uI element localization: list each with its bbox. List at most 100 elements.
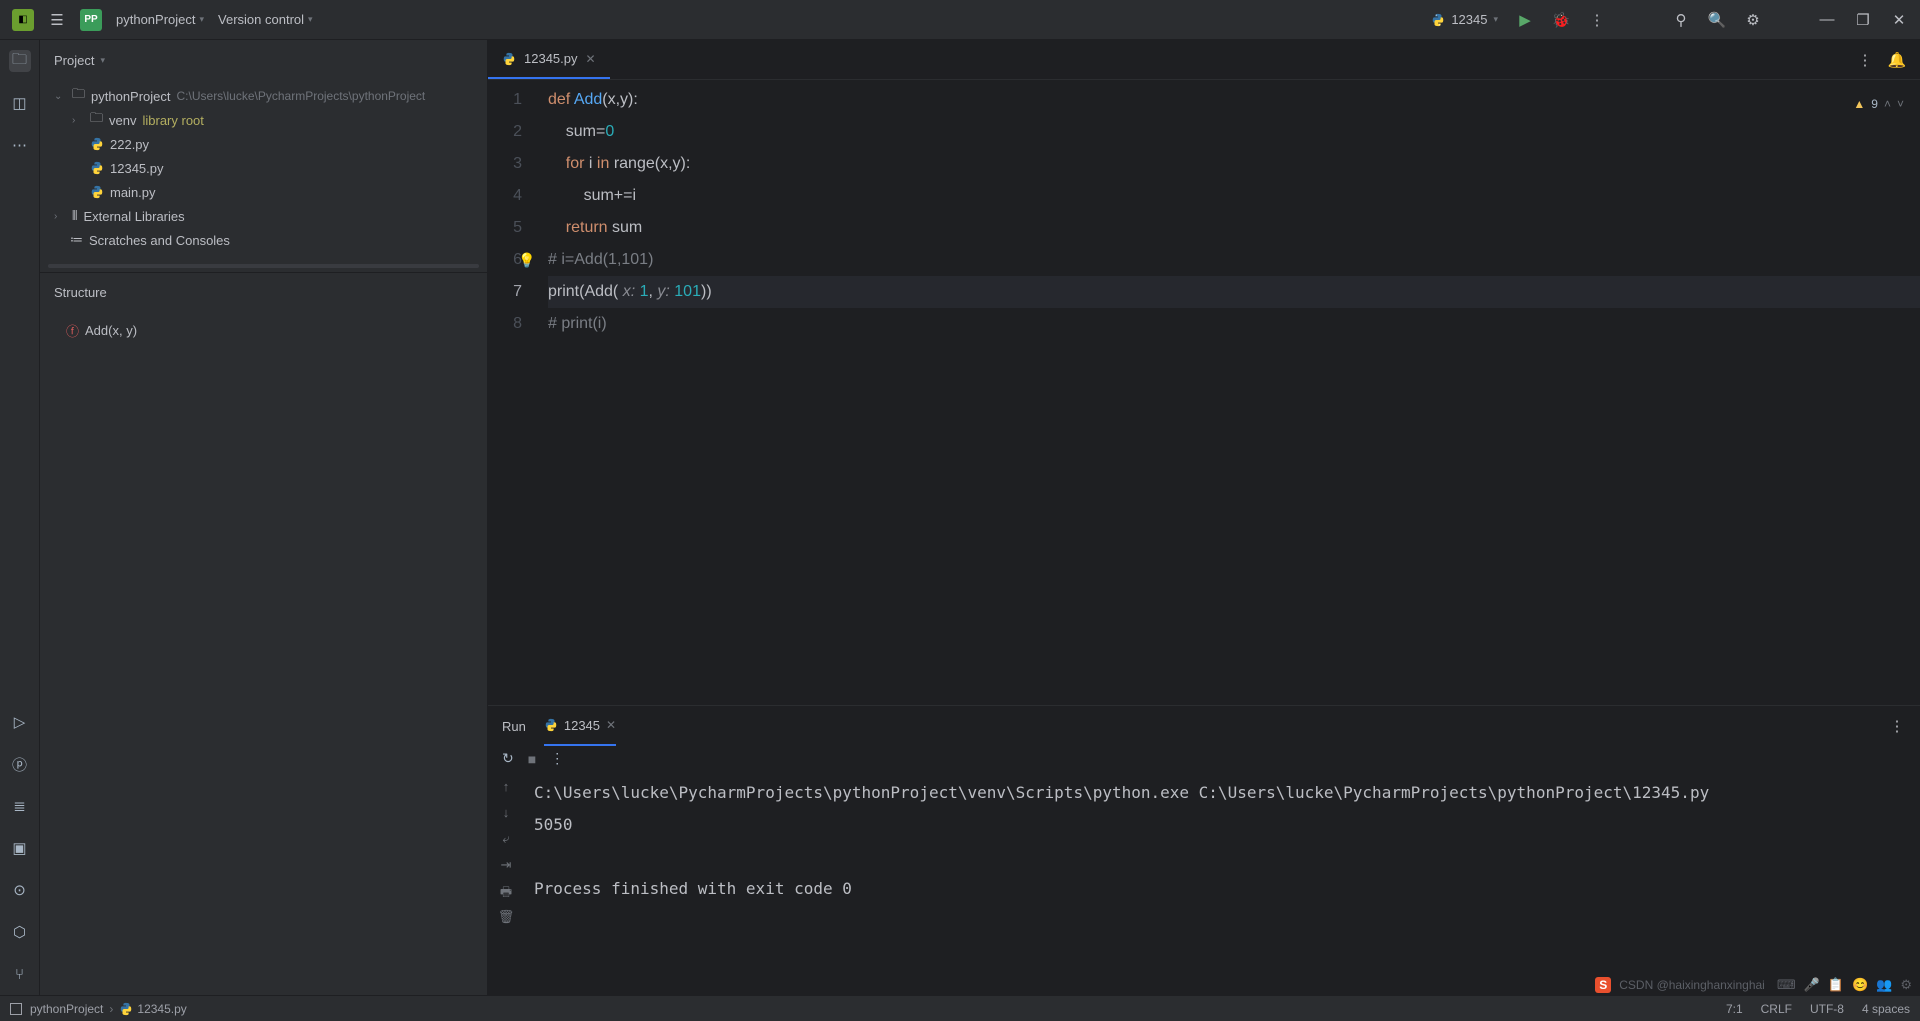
settings-icon[interactable]: ⚙: [1744, 11, 1762, 29]
more-actions-icon[interactable]: ⋮: [1588, 11, 1606, 29]
code-line[interactable]: print(Add( x: 1, y: 101)): [548, 276, 1920, 308]
structure-panel-header[interactable]: Structure: [40, 272, 487, 312]
clear-icon[interactable]: 🗑: [498, 909, 515, 929]
run-button[interactable]: ▶: [1516, 11, 1534, 29]
intention-bulb-icon[interactable]: 💡: [518, 244, 535, 276]
stop-icon[interactable]: ■: [528, 751, 536, 767]
project-sidebar: Project ▾ ⌄ 🗀 pythonProject C:\Users\luc…: [40, 40, 488, 995]
structure-item[interactable]: ⓕ Add(x, y): [40, 318, 487, 342]
tree-scratches[interactable]: ≔ Scratches and Consoles: [40, 228, 487, 252]
code-line[interactable]: return sum: [548, 212, 1920, 244]
tool-windows-icon[interactable]: [10, 1003, 22, 1015]
code-line[interactable]: # print(i): [548, 308, 1920, 340]
breadcrumb-file[interactable]: 12345.py: [137, 1002, 186, 1016]
packages-tool-icon[interactable]: ≣: [9, 795, 31, 817]
tree-venv[interactable]: › 🗀 venv library root: [40, 108, 487, 132]
tree-label: pythonProject: [91, 89, 171, 104]
python-icon: [119, 1002, 133, 1016]
run-tool-icon[interactable]: ▷: [9, 711, 31, 733]
code-line[interactable]: def Add(x,y):: [548, 84, 1920, 116]
code-line[interactable]: for i in range(x,y):: [548, 148, 1920, 180]
vcs-selector[interactable]: Version control ▾: [218, 12, 313, 27]
tree-label: 12345.py: [110, 161, 164, 176]
python-icon: [502, 52, 516, 66]
chevron-down-icon: ▾: [200, 14, 205, 25]
statusbar: pythonProject › 12345.py 7:1 CRLF UTF-8 …: [0, 995, 1920, 1021]
project-tool-icon[interactable]: 🗀: [9, 50, 31, 72]
notifications-icon[interactable]: 🔔: [1888, 51, 1906, 69]
search-icon[interactable]: 🔍: [1708, 11, 1726, 29]
chevron-up-icon[interactable]: ˄: [1884, 88, 1891, 120]
print-icon[interactable]: 🖶: [500, 883, 512, 903]
line-separator[interactable]: CRLF: [1761, 1002, 1792, 1016]
scrollbar[interactable]: [48, 264, 479, 268]
maximize-icon[interactable]: ❐: [1854, 11, 1872, 29]
chevron-right-icon: ›: [72, 115, 84, 126]
run-panel: Run 12345 ✕ ⋮ ↻ ■ ⋮ ↑ ↓ ⤶ ⇥ 🖶: [488, 705, 1920, 995]
tree-label: venv: [109, 113, 136, 128]
warning-count: 9: [1871, 88, 1878, 120]
scroll-end-icon[interactable]: ⇥: [501, 857, 512, 877]
vcs-tool-icon[interactable]: ⑂: [9, 963, 31, 985]
debug-button[interactable]: 🐞: [1552, 11, 1570, 29]
down-icon[interactable]: ↓: [503, 805, 510, 825]
project-panel-header[interactable]: Project ▾: [40, 40, 487, 80]
problems-tool-icon[interactable]: ⊙: [9, 879, 31, 901]
soft-wrap-icon[interactable]: ⤶: [502, 831, 509, 851]
chevron-down-icon[interactable]: ˅: [1897, 88, 1904, 120]
run-tab[interactable]: 12345 ✕: [544, 707, 616, 746]
code-line[interactable]: 💡# i=Add(1,101): [548, 244, 1920, 276]
project-selector[interactable]: pythonProject ▾: [116, 12, 204, 27]
breadcrumb-project[interactable]: pythonProject: [30, 1002, 103, 1016]
run-config-label: 12345: [1451, 12, 1487, 27]
editor-tabs: 12345.py ✕ ⋮ 🔔: [488, 40, 1920, 80]
tab-label: 12345.py: [524, 51, 578, 66]
app-icon: ◧: [12, 9, 34, 31]
tree-file[interactable]: 12345.py: [40, 156, 487, 180]
code-line[interactable]: sum+=i: [548, 180, 1920, 212]
code-line[interactable]: sum=0: [548, 116, 1920, 148]
chevron-right-icon: ›: [54, 211, 66, 222]
vcs-label: Version control: [218, 12, 304, 27]
project-tree: ⌄ 🗀 pythonProject C:\Users\lucke\Pycharm…: [40, 80, 487, 260]
library-icon: ⫴: [72, 208, 77, 224]
inspection-widget[interactable]: ▲ 9 ˄ ˅: [1853, 88, 1904, 120]
run-panel-actions-icon[interactable]: ⋮: [1888, 717, 1906, 735]
project-name-label: pythonProject: [116, 12, 196, 27]
tree-external-libraries[interactable]: › ⫴ External Libraries: [40, 204, 487, 228]
caret-position[interactable]: 7:1: [1726, 1002, 1743, 1016]
tab-actions-icon[interactable]: ⋮: [1856, 51, 1874, 69]
tree-project-root[interactable]: ⌄ 🗀 pythonProject C:\Users\lucke\Pycharm…: [40, 84, 487, 108]
code-area[interactable]: ▲ 9 ˄ ˅ def Add(x,y): sum=0 for i in ran…: [540, 80, 1920, 705]
file-encoding[interactable]: UTF-8: [1810, 1002, 1844, 1016]
up-icon[interactable]: ↑: [503, 779, 510, 799]
run-config-selector[interactable]: 12345 ▾: [1431, 12, 1498, 27]
minimize-icon[interactable]: —: [1818, 11, 1836, 29]
python-console-icon[interactable]: ⓟ: [9, 753, 31, 775]
folder-icon: 🗀: [90, 109, 103, 131]
tree-label: External Libraries: [83, 209, 184, 224]
titlebar: ◧ ☰ PP pythonProject ▾ Version control ▾…: [0, 0, 1920, 40]
terminal-tool-icon[interactable]: ▣: [9, 837, 31, 859]
structure-title: Structure: [54, 285, 107, 300]
more-tool-icon[interactable]: ⋯: [9, 134, 31, 156]
chevron-down-icon: ▾: [308, 14, 313, 25]
console-output[interactable]: C:\Users\lucke\PycharmProjects\pythonPro…: [524, 771, 1920, 995]
indent-setting[interactable]: 4 spaces: [1862, 1002, 1910, 1016]
editor-tab[interactable]: 12345.py ✕: [488, 40, 610, 79]
rerun-icon[interactable]: ↻: [502, 750, 514, 767]
close-icon[interactable]: ✕: [1890, 11, 1908, 29]
close-icon[interactable]: ✕: [606, 718, 616, 732]
close-icon[interactable]: ✕: [586, 52, 596, 66]
code-editor[interactable]: 12345678 ▲ 9 ˄ ˅ def Add(x,y): sum=0 for…: [488, 80, 1920, 705]
chevron-down-icon: ▾: [100, 55, 105, 66]
tree-file[interactable]: main.py: [40, 180, 487, 204]
structure-tool-icon[interactable]: ◫: [9, 92, 31, 114]
tree-file[interactable]: 222.py: [40, 132, 487, 156]
services-tool-icon[interactable]: ⬡: [9, 921, 31, 943]
main-menu-icon[interactable]: ☰: [48, 11, 66, 29]
code-with-me-icon[interactable]: ⚲: [1672, 11, 1690, 29]
tree-path: C:\Users\lucke\PycharmProjects\pythonPro…: [177, 89, 426, 103]
tool-strip: 🗀 ◫ ⋯ ▷ ⓟ ≣ ▣ ⊙ ⬡ ⑂: [0, 40, 40, 995]
run-toolbar-more-icon[interactable]: ⋮: [550, 750, 564, 767]
